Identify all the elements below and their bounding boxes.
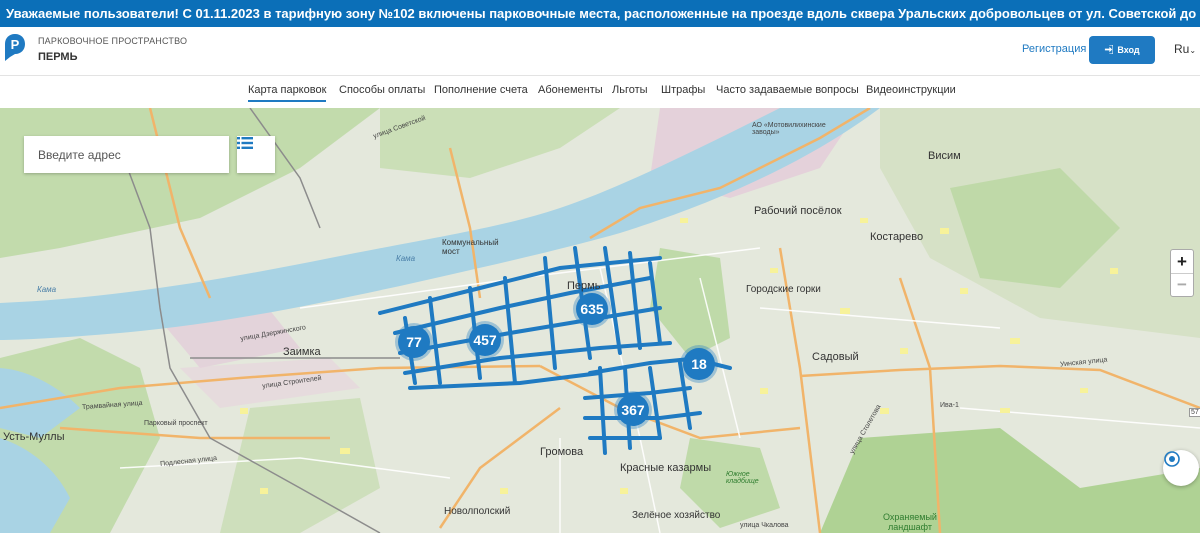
map-label-kostarevo: Костарево — [870, 231, 924, 243]
map-label-sadoviy: Садовый — [812, 351, 859, 363]
zoom-control: + − — [1170, 249, 1194, 297]
map-label-yuzhnoe: Южное кладбище — [726, 471, 759, 485]
map-label-rabochiy: Рабочий посёлок — [754, 205, 842, 217]
map-label-ul-chkalova: улица Чкалова — [740, 522, 789, 529]
zoom-in-button[interactable]: + — [1171, 250, 1193, 273]
nav-faq[interactable]: Часто задаваемые вопросы — [716, 84, 859, 96]
language-selector[interactable]: Ru⌄ — [1174, 42, 1196, 56]
parking-cluster-635[interactable]: 635 — [576, 293, 608, 325]
svg-text:P: P — [11, 37, 20, 52]
geolocation-button[interactable] — [1163, 450, 1199, 486]
list-view-button[interactable] — [237, 136, 275, 173]
login-button[interactable]: Вход — [1089, 36, 1155, 64]
brand-subtitle: ПАРКОВОЧНОЕ ПРОСТРАНСТВО — [38, 36, 188, 46]
main-nav: Карта парковок Способы оплаты Пополнение… — [0, 78, 1200, 105]
parking-logo-icon[interactable]: P — [4, 33, 26, 63]
nav-payment-methods[interactable]: Способы оплаты — [339, 84, 425, 96]
nav-video[interactable]: Видеоинструкции — [866, 84, 956, 96]
chevron-down-icon: ⌄ — [1189, 46, 1197, 55]
zoom-out-button[interactable]: − — [1171, 273, 1193, 296]
map-label-krasnye: Красные казармы — [620, 462, 712, 474]
nav-subscriptions[interactable]: Абонементы — [538, 84, 603, 96]
map-label-kama-1: Кама — [396, 254, 416, 263]
map-label-gromova: Громова — [540, 446, 584, 458]
map-label-kommunalny: Коммунальный мост — [442, 238, 499, 256]
language-label: Ru — [1174, 42, 1190, 56]
parking-cluster-18[interactable]: 18 — [683, 348, 715, 380]
parking-cluster-367[interactable]: 367 — [617, 394, 649, 426]
nav-top-up[interactable]: Пополнение счета — [434, 84, 528, 96]
site-header: P ПАРКОВОЧНОЕ ПРОСТРАНСТВО ПЕРМЬ Регистр… — [0, 27, 1200, 75]
register-link[interactable]: Регистрация — [1022, 43, 1086, 55]
announcement-banner: Уважаемые пользователи! С 01.11.2023 в т… — [0, 0, 1200, 27]
map-label-ust-mully: Усть-Муллы — [3, 431, 65, 443]
map-label-parkovy: Парковый проспект — [144, 420, 208, 427]
nav-benefits[interactable]: Льготы — [612, 84, 648, 96]
nav-fines[interactable]: Штрафы — [661, 84, 705, 96]
parking-map[interactable]: Висим Рабочий посёлок Костарево Городски… — [0, 108, 1200, 533]
nav-map[interactable]: Карта парковок — [248, 84, 327, 102]
parking-cluster-77[interactable]: 77 — [398, 326, 430, 358]
map-label-zelenoe: Зелёное хозяйство — [632, 510, 721, 521]
map-label-kama-2: Кама — [37, 285, 57, 294]
login-label: Вход — [1117, 45, 1140, 55]
map-label-okhranyaemy: Охраняемый ландшафт — [883, 512, 937, 532]
map-label-gorodskie-gorki: Городские горки — [746, 284, 821, 295]
brand-city: ПЕРМЬ — [38, 51, 78, 63]
sign-in-icon — [1104, 43, 1114, 56]
header-divider — [0, 75, 1200, 76]
parking-cluster-457[interactable]: 457 — [469, 324, 501, 356]
map-label-zaimka: Заимка — [283, 346, 321, 358]
map-label-vizim: Висим — [928, 150, 961, 162]
map-label-motovilikha: АО «Мотовилихинские заводы» — [752, 122, 826, 136]
map-label-perm: Пермь — [567, 280, 601, 292]
map-label-road-57: 57 — [1189, 408, 1200, 417]
map-label-novolpolsky: Новолполский — [444, 506, 511, 517]
address-search-input[interactable] — [24, 136, 229, 173]
map-label-iva: Ивa-1 — [940, 402, 959, 409]
